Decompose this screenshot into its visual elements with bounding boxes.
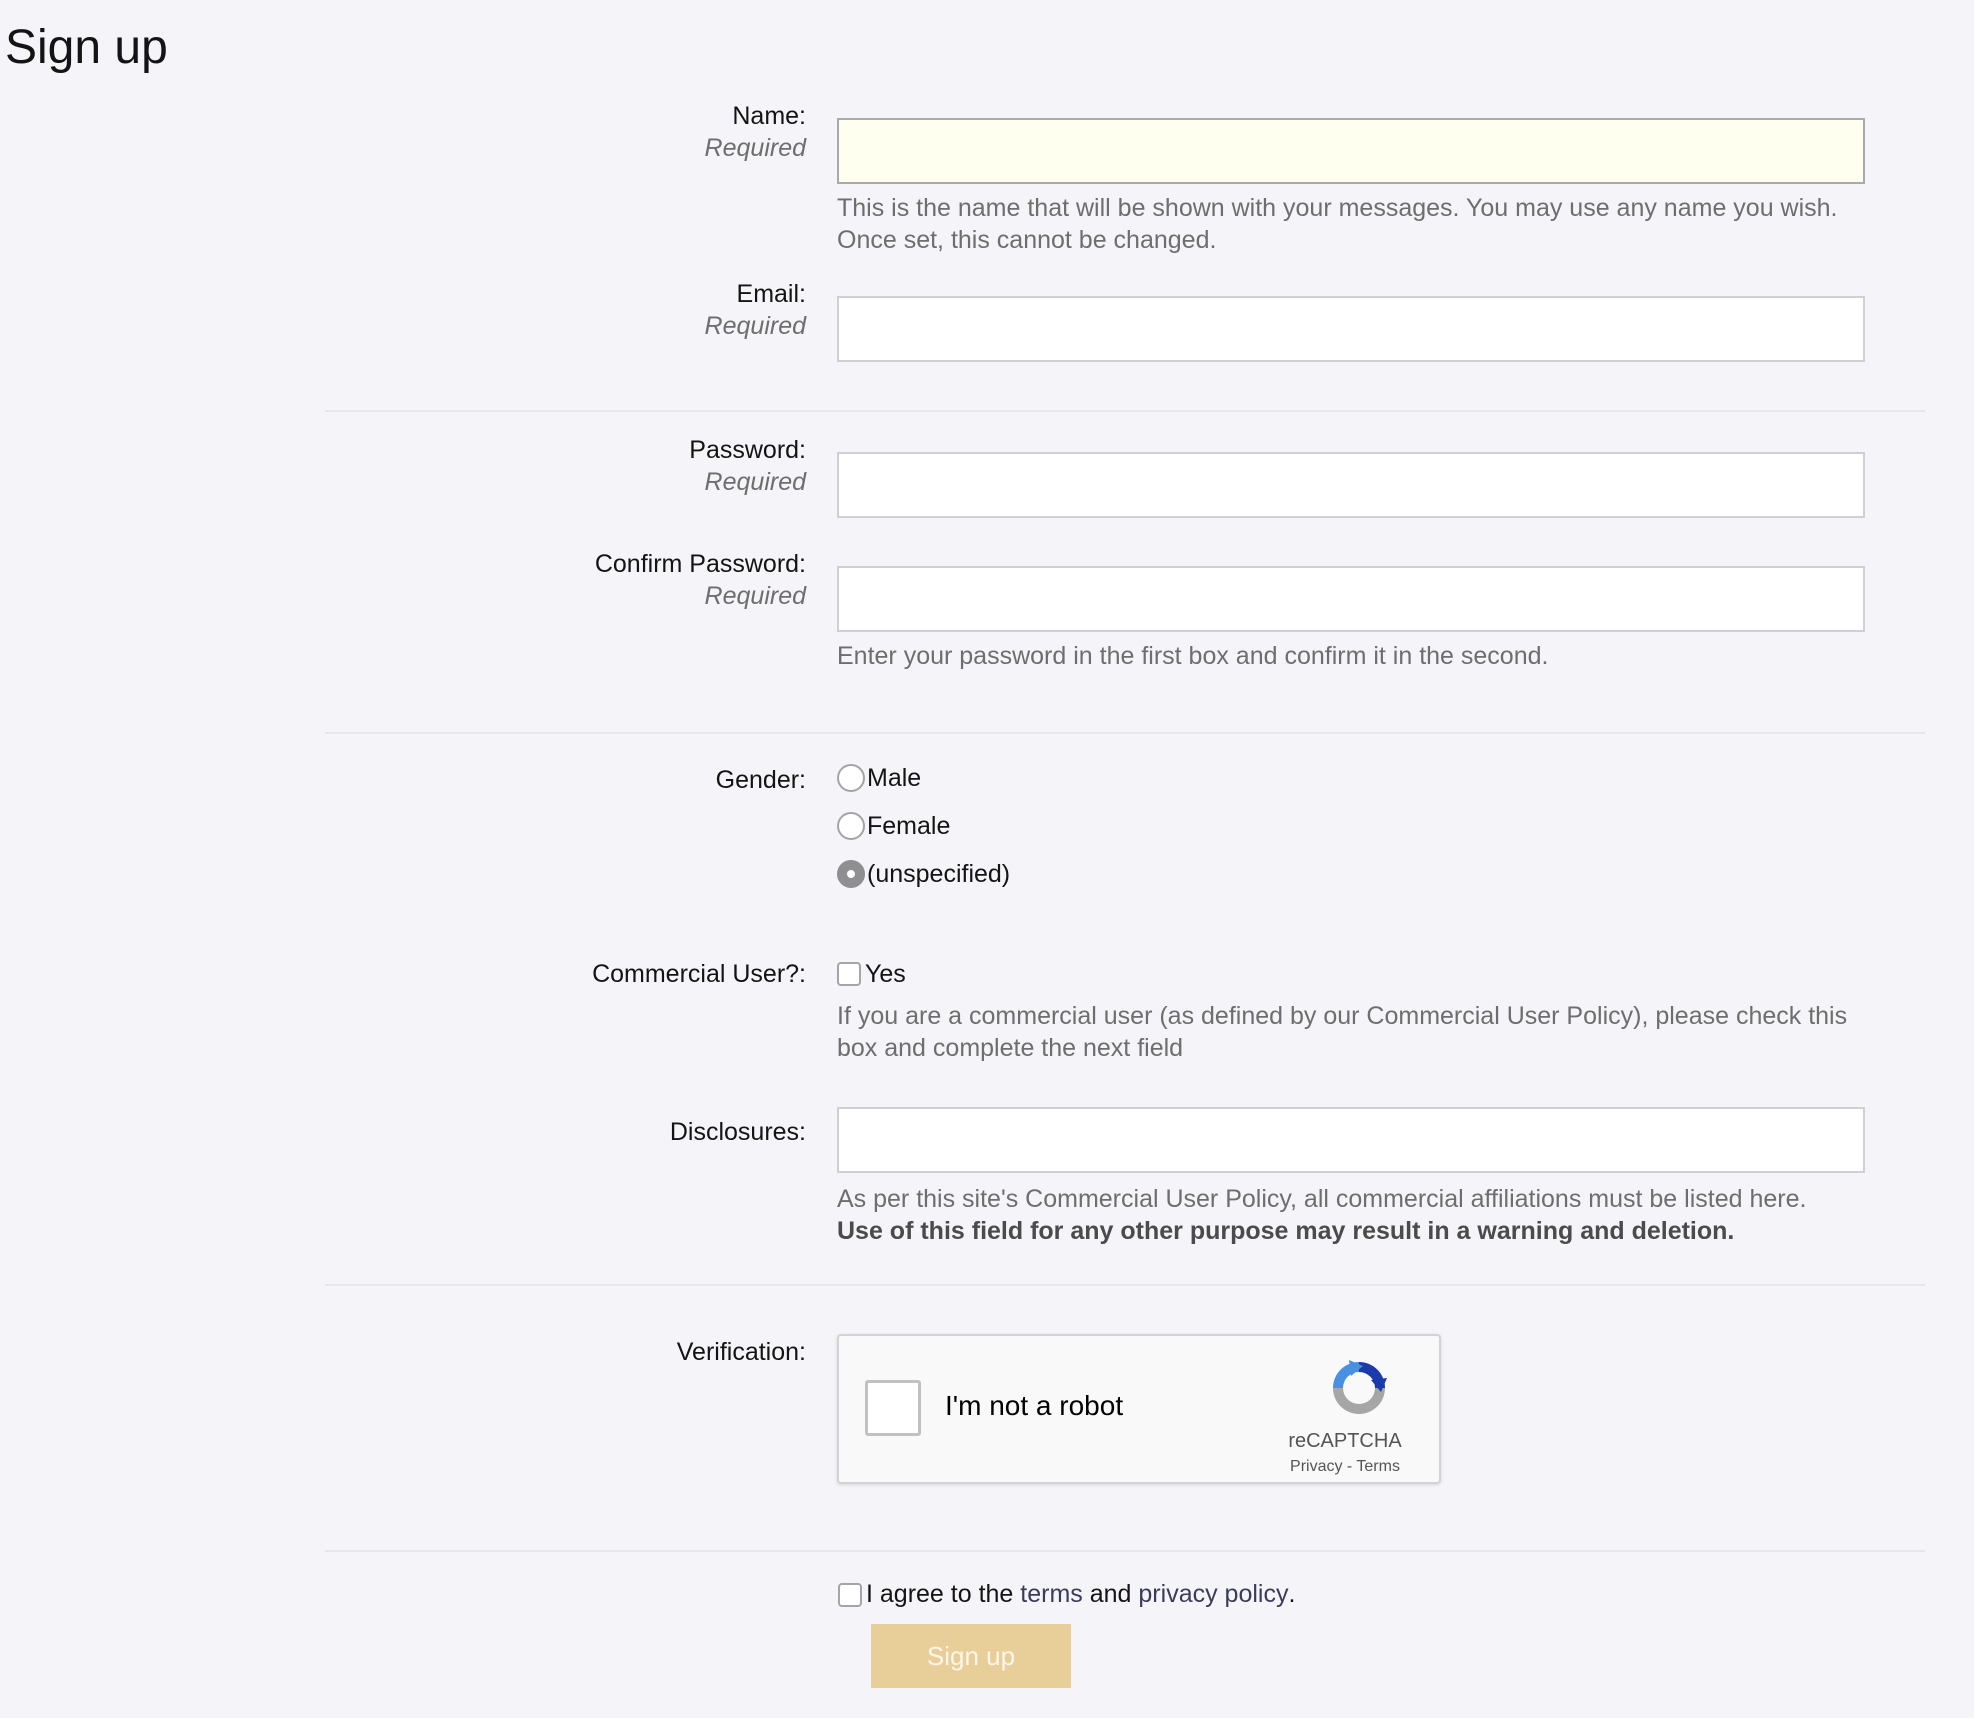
recaptcha-label: I'm not a robot (945, 1390, 1124, 1421)
gender-option-label: (unspecified) (867, 859, 1011, 888)
commercial-user-hint: If you are a commercial user (as defined… (837, 1002, 1848, 1062)
email-label-group: Email: Required (306, 278, 806, 342)
confirm-password-field-group: Enter your password in the first box and… (837, 566, 1865, 672)
password-required-note: Required (704, 468, 806, 496)
disclosures-field-group: As per this site's Commercial User Polic… (837, 1107, 1865, 1247)
signup-submit-button[interactable]: Sign up (871, 1624, 1071, 1688)
commercial-user-field-group: Yes If you are a commercial user (as def… (837, 956, 1865, 1064)
email-label: Email: (736, 280, 806, 308)
name-label-group: Name: Required (306, 100, 806, 164)
gender-option-unspecified[interactable]: (unspecified) (837, 856, 1865, 892)
name-input[interactable] (837, 118, 1865, 184)
disclosures-label: Disclosures: (669, 1118, 806, 1146)
radio-button-male[interactable] (837, 764, 865, 792)
disclosures-input[interactable] (837, 1107, 1865, 1173)
gender-option-label: Female (867, 811, 951, 840)
recaptcha-link-separator: - (1346, 1458, 1353, 1475)
recaptcha-privacy-link[interactable]: Privacy (1290, 1458, 1342, 1475)
confirm-password-label-group: Confirm Password: Required (306, 548, 806, 612)
commercial-user-label-group: Commercial User?: (306, 958, 806, 990)
password-field-group (837, 452, 1865, 518)
recaptcha-checkbox[interactable] (865, 1380, 921, 1436)
privacy-policy-link[interactable]: privacy policy (1138, 1580, 1288, 1609)
agree-and: and (1089, 1580, 1132, 1608)
recaptcha-logo-icon (1333, 1360, 1387, 1414)
password-label-group: Password: Required (306, 434, 806, 498)
confirm-password-input[interactable] (837, 566, 1865, 632)
terms-link[interactable]: terms (1020, 1580, 1083, 1609)
agree-prefix: I agree to the (866, 1580, 1014, 1608)
page-title: Sign up (5, 21, 168, 74)
gender-option-label: Male (867, 763, 922, 792)
gender-options: Male Female (unspecified) (837, 760, 1865, 904)
name-required-note: Required (704, 134, 806, 162)
section-divider (325, 1550, 1925, 1552)
gender-label-group: Gender: (306, 764, 806, 796)
commercial-user-checkbox[interactable] (837, 962, 861, 986)
disclosures-hint-warning: Use of this field for any other purpose … (837, 1217, 1735, 1245)
confirm-password-required-note: Required (704, 582, 806, 610)
email-field-group (837, 296, 1865, 362)
email-input[interactable] (837, 296, 1865, 362)
radio-button-female[interactable] (837, 812, 865, 840)
section-divider (325, 1284, 1925, 1286)
confirm-password-label: Confirm Password: (594, 550, 806, 578)
disclosures-label-group: Disclosures: (306, 1116, 806, 1148)
recaptcha-widget: I'm not a robot reCAPTCHA Privacy - Term… (837, 1334, 1441, 1484)
section-divider (325, 732, 1925, 734)
recaptcha-terms-link[interactable]: Terms (1356, 1458, 1400, 1475)
agree-row: I agree to the terms and privacy policy. (838, 1580, 1295, 1609)
gender-label: Gender: (715, 766, 806, 794)
commercial-user-label: Commercial User?: (592, 960, 806, 988)
password-input[interactable] (837, 452, 1865, 518)
disclosures-hint-text: As per this site's Commercial User Polic… (837, 1185, 1807, 1213)
gender-option-male[interactable]: Male (837, 760, 1865, 796)
commercial-user-option-label: Yes (865, 959, 906, 988)
name-label: Name: (732, 102, 806, 130)
recaptcha-links: Privacy - Terms (1275, 1458, 1415, 1476)
password-label: Password: (689, 436, 806, 464)
verification-label-group: Verification: (306, 1336, 806, 1368)
name-field-group: This is the name that will be shown with… (837, 118, 1865, 256)
recaptcha-brand: reCAPTCHA (1288, 1430, 1402, 1452)
agree-checkbox[interactable] (838, 1582, 862, 1607)
name-hint: This is the name that will be shown with… (837, 194, 1838, 254)
gender-option-female[interactable]: Female (837, 808, 1865, 844)
agree-suffix: . (1288, 1580, 1296, 1608)
section-divider (325, 410, 1925, 412)
commercial-user-option[interactable]: Yes (837, 956, 1865, 992)
disclosures-hint: As per this site's Commercial User Polic… (837, 1183, 1865, 1247)
email-required-note: Required (704, 312, 806, 340)
radio-button-unspecified[interactable] (837, 860, 865, 888)
confirm-password-hint: Enter your password in the first box and… (837, 642, 1549, 670)
verification-label: Verification: (676, 1338, 806, 1366)
